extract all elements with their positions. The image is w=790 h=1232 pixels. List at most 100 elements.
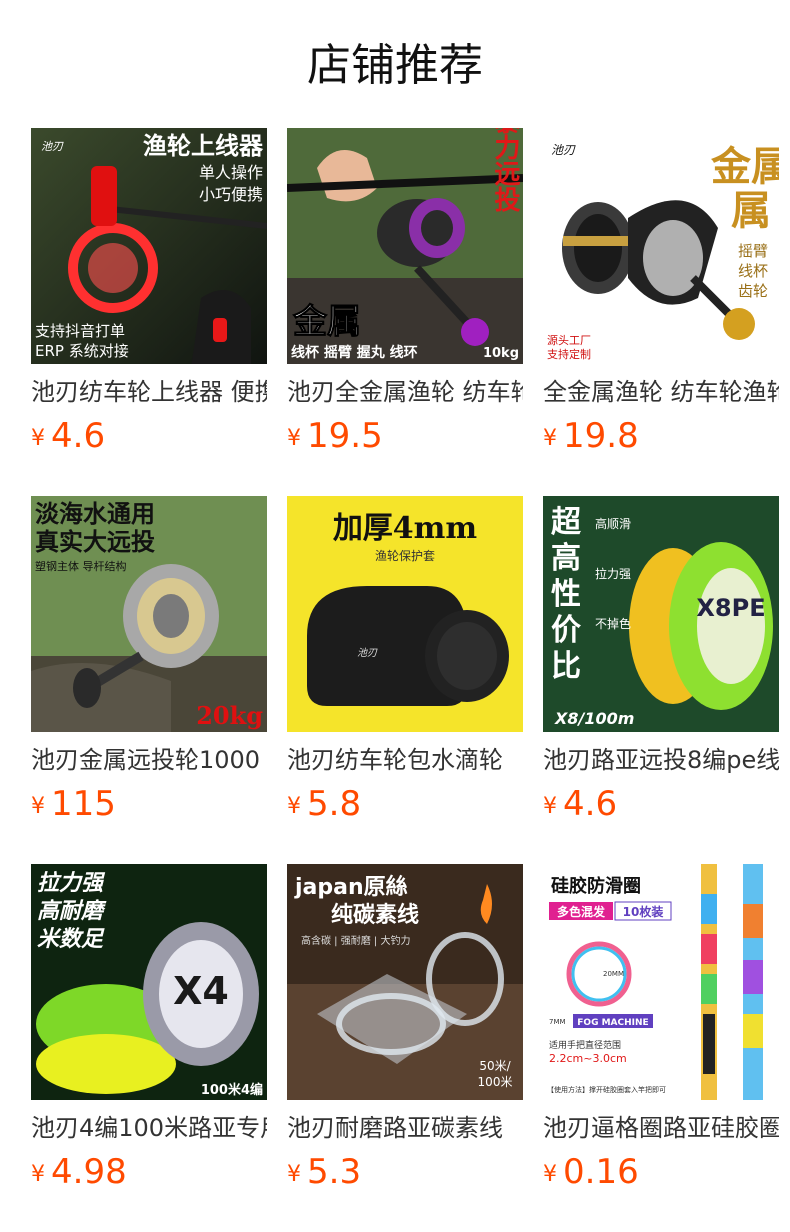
thumb-text: 暴力远投 xyxy=(490,128,520,212)
currency-symbol: ¥ xyxy=(31,426,45,451)
spinning-reel-icon[interactable]: 暴力远投 金属 线杯 摇臂 握丸 线环 10kg xyxy=(287,128,523,364)
currency-symbol: ¥ xyxy=(31,794,45,819)
thumb-text: 硅胶防滑圈 xyxy=(551,875,641,897)
thumb-text: 源头工厂 xyxy=(547,333,591,347)
product-image: X4 拉力强 高耐磨 米数足 100米4编 xyxy=(31,864,267,1100)
thumb-text: japan原絲 xyxy=(294,874,408,900)
svg-text:X4: X4 xyxy=(173,969,229,1013)
product-price: ¥4.6 xyxy=(543,784,617,824)
thumb-text: 高 xyxy=(551,541,581,576)
thumb-text: 真实大远投 xyxy=(35,527,155,556)
thumb-text: 价 xyxy=(551,613,581,648)
product-name[interactable]: 池刃金属远投轮1000 xyxy=(31,743,267,777)
product-name[interactable]: 池刃4编100米路亚专用 xyxy=(31,1111,267,1145)
product-card[interactable]: X8PE 超 高 性 价 比 高顺滑 拉力强 不掉色 X8/100m 池刃路亚远… xyxy=(543,496,779,836)
thumb-text: 20kg xyxy=(196,701,263,730)
thumb-text: 10kg xyxy=(483,346,519,361)
thumb-text: 渔轮上线器 xyxy=(143,131,264,160)
thumb-text: 高含碳 | 强耐磨 | 大钓力 xyxy=(301,934,410,947)
thumb-text: 拉力强 xyxy=(37,870,106,896)
product-name[interactable]: 池刃耐磨路亚碳素线 xyxy=(287,1111,523,1145)
price-value: 4.98 xyxy=(51,1152,127,1192)
thumb-text: 支持抖音打单 xyxy=(35,322,125,340)
price-value: 5.3 xyxy=(307,1152,362,1192)
thumb-text: 线杯 摇臂 握丸 线环 xyxy=(291,344,418,361)
thumb-text: 支持定制 xyxy=(547,347,591,361)
thumb-text: 比 xyxy=(551,649,581,684)
currency-symbol: ¥ xyxy=(31,1162,45,1187)
pe-line-spool-icon[interactable]: X8PE 超 高 性 价 比 高顺滑 拉力强 不掉色 X8/100m xyxy=(543,496,779,732)
thumb-text: 金属 xyxy=(710,143,779,190)
currency-symbol: ¥ xyxy=(287,1162,301,1187)
product-name[interactable]: 池刃逼格圈路亚硅胶圈 xyxy=(543,1111,779,1145)
product-price: ¥19.8 xyxy=(543,416,639,456)
thumb-text: 适用手把直径范围 xyxy=(549,1039,621,1051)
product-price: ¥0.16 xyxy=(543,1152,639,1192)
price-value: 0.16 xyxy=(563,1152,639,1192)
thumb-text: 不掉色 xyxy=(595,617,631,631)
thumb-text: 线杯 xyxy=(738,262,768,280)
product-card[interactable]: japan原絲 纯碳素线 高含碳 | 强耐磨 | 大钓力 50米/ 100米 池… xyxy=(287,864,523,1204)
product-card[interactable]: X4 拉力强 高耐磨 米数足 100米4编 池刃4编100米路亚专用 ¥4.98 xyxy=(31,864,267,1204)
product-image: 淡海水通用 真实大远投 塑钢主体 导杆结构 20kg xyxy=(31,496,267,732)
product-card[interactable]: 池刃 金属 属 摇臂 线杯 齿轮 源头工厂 支持定制 全金属渔轮 纺车轮渔轮 ¥… xyxy=(543,128,779,468)
svg-text:属: 属 xyxy=(731,187,771,234)
thumb-text: 摇臂 xyxy=(738,242,768,260)
svg-text:池刃: 池刃 xyxy=(357,647,378,659)
thumb-text: 加厚4mm xyxy=(333,511,478,546)
product-name[interactable]: 池刃纺车轮包水滴轮 xyxy=(287,743,523,777)
product-price: ¥115 xyxy=(31,784,116,824)
product-price: ¥4.6 xyxy=(31,416,105,456)
price-value: 4.6 xyxy=(51,416,106,456)
product-image: japan原絲 纯碳素线 高含碳 | 强耐磨 | 大钓力 50米/ 100米 xyxy=(287,864,523,1100)
product-name[interactable]: 池刃全金属渔轮 纺车轮 xyxy=(287,375,523,409)
thumb-text: 米数足 xyxy=(37,927,105,952)
thumb-text: X8/100m xyxy=(554,709,634,728)
currency-symbol: ¥ xyxy=(543,794,557,819)
product-price: ¥5.3 xyxy=(287,1152,361,1192)
reel-bag-icon[interactable]: 加厚4mm 渔轮保护套 池刃 xyxy=(287,496,523,732)
product-price: ¥19.5 xyxy=(287,416,383,456)
thumb-text: X8PE xyxy=(696,594,765,622)
thumb-text: 渔轮保护套 xyxy=(375,549,435,563)
product-card[interactable]: 池刃 渔轮上线器 单人操作 小巧便携 支持抖音打单 ERP 系统对接 池刃纺车轮… xyxy=(31,128,267,468)
currency-symbol: ¥ xyxy=(543,1162,557,1187)
thumb-text: 小巧便携 xyxy=(199,185,263,204)
product-card[interactable]: 加厚4mm 渔轮保护套 池刃 池刃纺车轮包水滴轮 ¥5.8 xyxy=(287,496,523,836)
product-image: 硅胶防滑圈 多色混发 10枚装 20MM 7MM FOG MACHINE 适用手… xyxy=(543,864,779,1100)
product-name[interactable]: 池刃纺车轮上线器 便携 xyxy=(31,375,267,409)
thumb-text: 20MM xyxy=(603,970,624,978)
metal-reel-icon[interactable]: 池刃 金属 属 摇臂 线杯 齿轮 源头工厂 支持定制 xyxy=(543,128,779,364)
product-price: ¥5.8 xyxy=(287,784,361,824)
price-value: 5.8 xyxy=(307,784,362,824)
thumb-text: 100米4编 xyxy=(201,1082,263,1098)
carbon-line-icon[interactable]: japan原絲 纯碳素线 高含碳 | 强耐磨 | 大钓力 50米/ 100米 xyxy=(287,864,523,1100)
thumb-text: 7MM xyxy=(549,1018,566,1026)
product-card[interactable]: 暴力远投 金属 线杯 摇臂 握丸 线环 10kg 池刃全金属渔轮 纺车轮 ¥19… xyxy=(287,128,523,468)
silicone-ring-icon[interactable]: 硅胶防滑圈 多色混发 10枚装 20MM 7MM FOG MACHINE 适用手… xyxy=(543,864,779,1100)
product-name[interactable]: 池刃路亚远投8编pe线 xyxy=(543,743,779,777)
braid-spool-icon[interactable]: X4 拉力强 高耐磨 米数足 100米4编 xyxy=(31,864,267,1100)
product-name[interactable]: 全金属渔轮 纺车轮渔轮 xyxy=(543,375,779,409)
currency-symbol: ¥ xyxy=(543,426,557,451)
currency-symbol: ¥ xyxy=(287,426,301,451)
thumb-text: 【使用方法】撑开硅胶圈套入竿把即可 xyxy=(547,1085,666,1094)
svg-text:池刃: 池刃 xyxy=(41,140,64,153)
thumb-text: 齿轮 xyxy=(738,282,768,300)
product-image: X8PE 超 高 性 价 比 高顺滑 拉力强 不掉色 X8/100m xyxy=(543,496,779,732)
product-price: ¥4.98 xyxy=(31,1152,127,1192)
surf-reel-icon[interactable]: 淡海水通用 真实大远投 塑钢主体 导杆结构 20kg xyxy=(31,496,267,732)
thumb-text: 10枚装 xyxy=(623,904,664,919)
thumb-text: 高顺滑 xyxy=(595,516,631,531)
thumb-text: 100米 xyxy=(478,1075,513,1089)
thumb-text: 高耐磨 xyxy=(37,898,107,924)
price-value: 115 xyxy=(51,784,116,824)
product-card[interactable]: 淡海水通用 真实大远投 塑钢主体 导杆结构 20kg 池刃金属远投轮1000 ¥… xyxy=(31,496,267,836)
line-winder-icon[interactable]: 池刃 渔轮上线器 单人操作 小巧便携 支持抖音打单 ERP 系统对接 xyxy=(31,128,267,364)
price-value: 19.8 xyxy=(563,416,639,456)
product-image: 池刃 金属 属 摇臂 线杯 齿轮 源头工厂 支持定制 xyxy=(543,128,779,364)
thumb-text: 纯碳素线 xyxy=(331,902,419,928)
thumb-text: 50米/ xyxy=(479,1059,511,1073)
product-card[interactable]: 硅胶防滑圈 多色混发 10枚装 20MM 7MM FOG MACHINE 适用手… xyxy=(543,864,779,1204)
thumb-text: 2.2cm~3.0cm xyxy=(549,1052,627,1065)
